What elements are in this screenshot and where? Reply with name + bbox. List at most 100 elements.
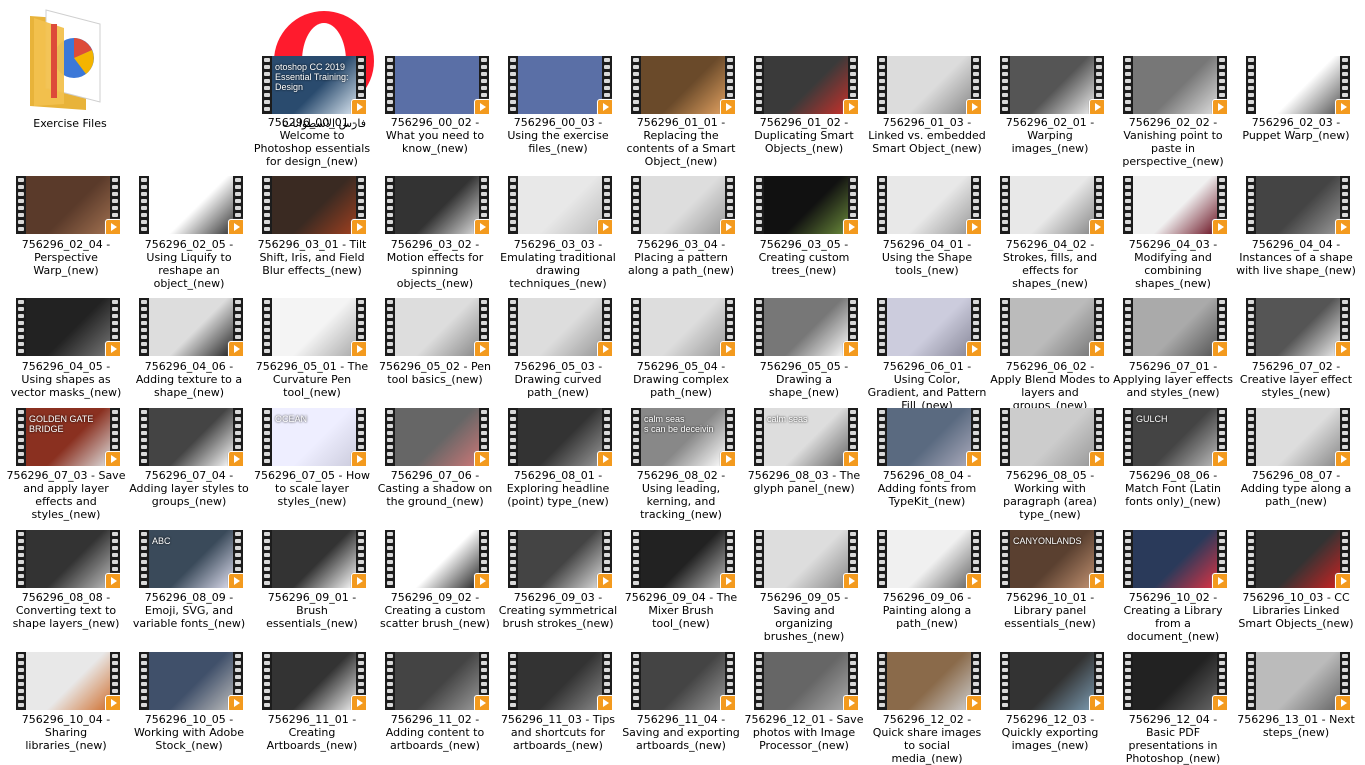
video-file-label: 756296_13_01 - Next steps_(new) (1237, 713, 1355, 739)
film-strip-left (139, 176, 149, 234)
film-strip-left (877, 176, 887, 234)
video-thumbnail (754, 56, 858, 114)
play-badge-icon (597, 219, 612, 234)
video-thumbnail (1000, 176, 1104, 234)
video-thumbnail (385, 176, 489, 234)
video-file-label: 756296_05_01 - The Curvature Pen tool_(n… (255, 360, 369, 399)
film-strip-left (1000, 176, 1010, 234)
film-strip-left (1000, 408, 1010, 466)
play-badge-icon (1089, 99, 1104, 114)
video-thumbnail (139, 176, 243, 234)
play-badge-icon (1212, 451, 1227, 466)
video-file-label: 756296_06_02 - Apply Blend Modes to laye… (990, 360, 1110, 412)
film-strip-left (508, 176, 518, 234)
thumbnail-frame (887, 530, 971, 588)
thumbnail-frame (1133, 56, 1217, 114)
video-file-label: 756296_05_02 - Pen tool basics_(new) (379, 360, 491, 386)
video-thumbnail (631, 56, 735, 114)
thumbnail-frame (395, 408, 479, 466)
film-strip-left (631, 652, 641, 710)
thumbnail-frame (887, 408, 971, 466)
video-file-label: 756296_07_03 - Save and apply layer effe… (6, 469, 126, 521)
play-badge-icon (1335, 573, 1350, 588)
thumbnail-frame (395, 298, 479, 356)
video-file-label: 756296_09_01 - Brush essentials_(new) (266, 591, 358, 630)
thumbnail-frame (1256, 652, 1340, 710)
video-thumbnail (1123, 652, 1227, 710)
film-strip-left (508, 298, 518, 356)
thumbnail-frame (149, 298, 233, 356)
video-thumbnail (754, 298, 858, 356)
video-file-label: 756296_06_01 - Using Color, Gradient, an… (867, 360, 987, 412)
video-file-label: 756296_03_01 - Tilt Shift, Iris, and Fie… (257, 238, 367, 277)
video-file-label: 756296_08_05 - Working with paragraph (a… (1003, 469, 1097, 521)
opera-shortcut[interactable]: ↱ فارس الاسطوانات (130, 0, 374, 135)
film-strip-left (262, 298, 272, 356)
exercise-files-folder[interactable]: Exercise Files (0, 0, 130, 135)
video-file-label: 756296_03_05 - Creating custom trees_(ne… (758, 238, 850, 277)
play-badge-icon (228, 695, 243, 710)
play-badge-icon (1212, 341, 1227, 356)
video-thumbnail (631, 652, 735, 710)
play-badge-icon (105, 451, 120, 466)
play-badge-icon (720, 219, 735, 234)
video-thumbnail (631, 176, 735, 234)
thumbnail-frame (395, 56, 479, 114)
film-strip-left (16, 176, 26, 234)
thumbnail-text: OCEAN (275, 414, 308, 424)
thumbnail-text: ABC (152, 536, 171, 546)
video-thumbnail (385, 530, 489, 588)
video-file-label: 756296_10_05 - Working with Adobe Stock_… (134, 713, 244, 752)
film-strip-left (262, 176, 272, 234)
thumbnail-frame (1010, 56, 1094, 114)
thumbnail-frame (887, 298, 971, 356)
play-badge-icon (1212, 573, 1227, 588)
video-thumbnail (385, 56, 489, 114)
thumbnail-frame (395, 530, 479, 588)
video-file-label: 756296_00_02 - What you need to know_(ne… (385, 116, 485, 155)
video-thumbnail: GOLDEN GATE BRIDGE (16, 408, 120, 466)
play-badge-icon (228, 451, 243, 466)
play-badge-icon (597, 573, 612, 588)
video-file-label: 756296_02_01 - Warping images_(new) (1005, 116, 1095, 155)
film-strip-left (385, 298, 395, 356)
play-badge-icon (351, 99, 366, 114)
video-thumbnail (262, 652, 366, 710)
video-file-label: 756296_08_07 - Adding type along a path_… (1240, 469, 1352, 508)
play-badge-icon (105, 219, 120, 234)
thumbnail-frame (641, 56, 725, 114)
play-badge-icon (597, 695, 612, 710)
film-strip-left (262, 652, 272, 710)
video-thumbnail (877, 530, 981, 588)
film-strip-left (139, 530, 149, 588)
play-badge-icon (843, 695, 858, 710)
play-badge-icon (474, 99, 489, 114)
thumbnail-frame: ABC (149, 530, 233, 588)
film-strip-left (16, 408, 26, 466)
thumbnail-frame (1010, 408, 1094, 466)
play-badge-icon (105, 573, 120, 588)
video-file-label: 756296_08_06 - Match Font (Latin fonts o… (1124, 469, 1221, 508)
thumbnail-frame (641, 176, 725, 234)
film-strip-left (262, 56, 272, 114)
play-badge-icon (1089, 573, 1104, 588)
film-strip-left (631, 56, 641, 114)
play-badge-icon (1212, 695, 1227, 710)
video-file-label: 756296_02_02 - Vanishing point to paste … (1122, 116, 1224, 168)
video-thumbnail (1246, 298, 1350, 356)
video-thumbnail (631, 530, 735, 588)
video-file-label: 756296_07_05 - How to scale layer styles… (254, 469, 370, 508)
thumbnail-frame (518, 56, 602, 114)
thumbnail-frame (1010, 176, 1094, 234)
play-badge-icon (474, 695, 489, 710)
video-file-label: 756296_10_02 - Creating a Library from a… (1123, 591, 1223, 643)
film-strip-left (385, 652, 395, 710)
video-file-label: 756296_08_04 - Adding fonts from TypeKit… (877, 469, 977, 508)
video-thumbnail (1123, 530, 1227, 588)
play-badge-icon (105, 341, 120, 356)
thumbnail-text: GOLDEN GATE BRIDGE (29, 414, 94, 434)
thumbnail-frame (26, 530, 110, 588)
video-file-label: 756296_10_04 - Sharing libraries_(new) (21, 713, 111, 752)
video-thumbnail (1246, 56, 1350, 114)
video-file-label: 756296_01_01 - Replacing the contents of… (626, 116, 736, 168)
